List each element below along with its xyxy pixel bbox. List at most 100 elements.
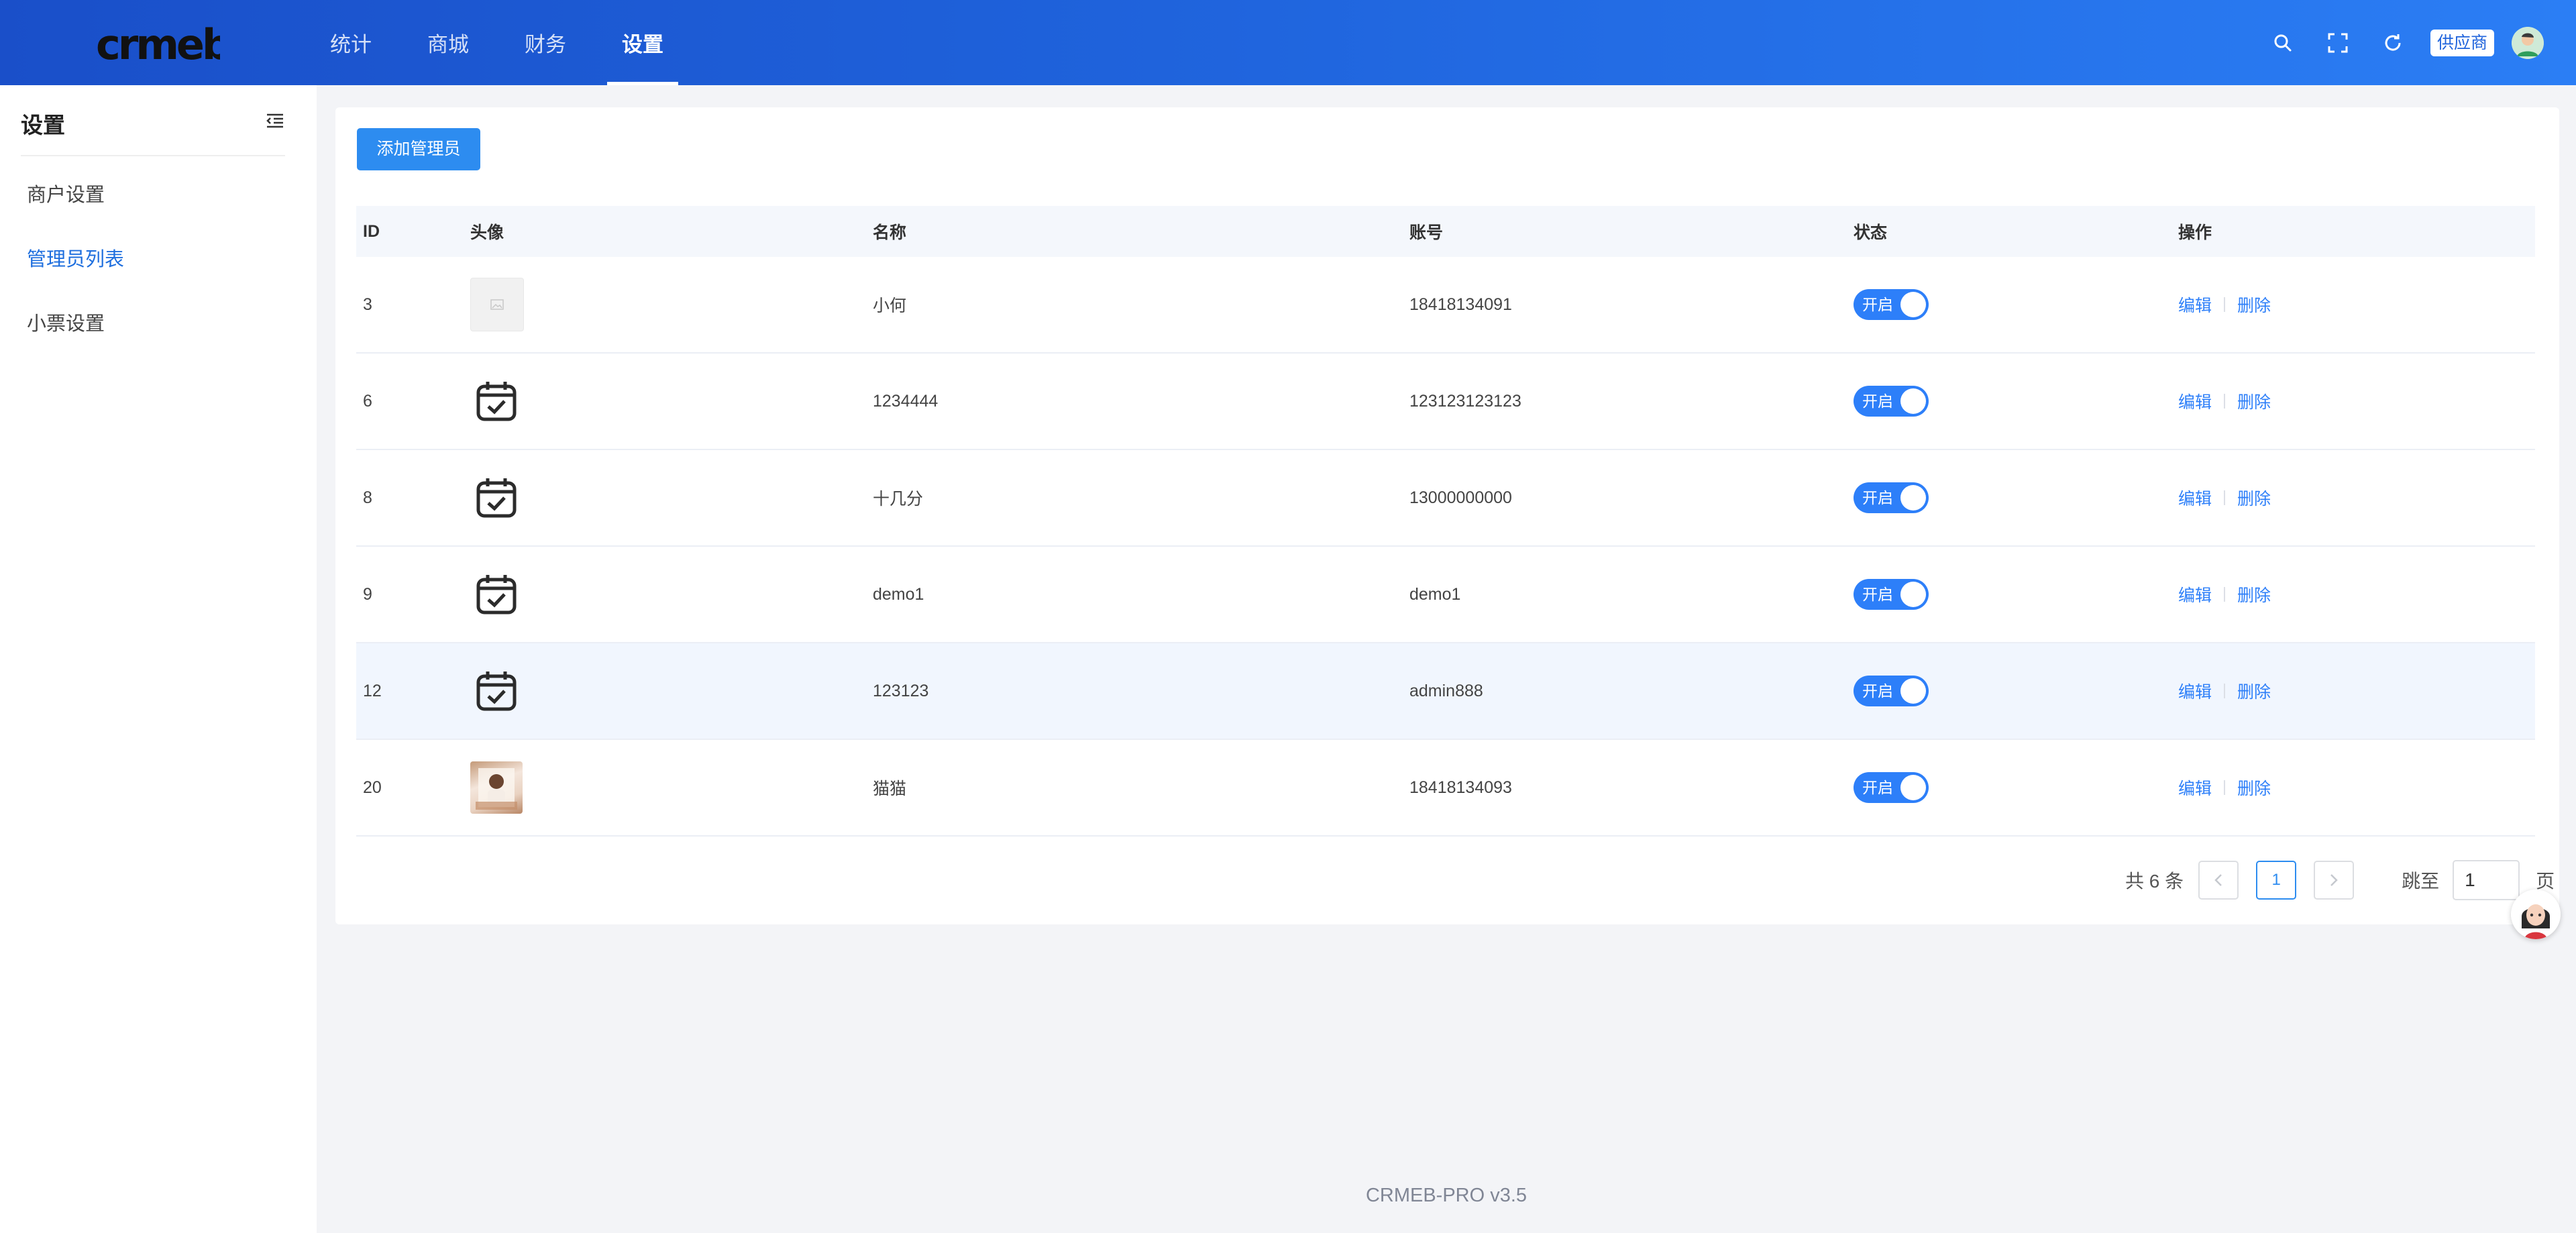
sidebar-title: 设置	[21, 113, 65, 138]
nav-item-statistics[interactable]: 统计	[315, 0, 386, 85]
row-status: 开启	[1854, 547, 1929, 642]
column-header-avatar: 头像	[470, 223, 504, 242]
search-icon[interactable]	[2269, 30, 2296, 56]
fullscreen-icon[interactable]	[2324, 30, 2351, 56]
row-account: admin888	[1409, 681, 1483, 700]
pagination-total: 共 6 条	[2125, 871, 2184, 892]
row-avatar	[470, 450, 523, 545]
table-row: 9 demo1 demo1 开启 编辑 删除	[356, 547, 2535, 643]
row-avatar	[470, 643, 523, 739]
edit-link[interactable]: 编辑	[2178, 582, 2212, 606]
row-avatar	[470, 547, 523, 642]
status-switch[interactable]: 开启	[1854, 386, 1929, 417]
status-switch[interactable]: 开启	[1854, 676, 1929, 706]
row-account: 18418134093	[1409, 778, 1512, 797]
delete-link[interactable]: 删除	[2237, 775, 2271, 800]
status-switch[interactable]: 开启	[1854, 289, 1929, 320]
row-actions: 编辑 删除	[2178, 740, 2271, 835]
row-name: demo1	[873, 584, 924, 604]
delete-link[interactable]: 删除	[2237, 679, 2271, 703]
divider	[2224, 684, 2226, 698]
divider	[2224, 297, 2226, 312]
calendar-check-icon	[470, 665, 523, 717]
table-row: 12 123123 admin888 开启 编辑 删除	[356, 643, 2535, 740]
page-1-button[interactable]: 1	[2256, 861, 2297, 900]
row-status: 开启	[1854, 354, 1929, 449]
nav-item-mall[interactable]: 商城	[413, 0, 484, 85]
sidebar-item-admin-list[interactable]: 管理员列表	[27, 244, 124, 272]
edit-link[interactable]: 编辑	[2178, 389, 2212, 413]
table-row: 20 猫猫 18418134093 开启 编辑 删除	[356, 740, 2535, 837]
divider	[2224, 780, 2226, 795]
row-name: 小何	[873, 297, 907, 315]
main-panel: 添加管理员 ID 头像 名称 账号 状态 操作 3 小何 18418134091…	[335, 107, 2559, 924]
divider	[2224, 587, 2226, 602]
row-avatar	[470, 257, 524, 352]
row-account: 13000000000	[1409, 488, 1512, 507]
row-actions: 编辑 删除	[2178, 643, 2271, 739]
edit-link[interactable]: 编辑	[2178, 679, 2212, 703]
table-row: 8 十几分 13000000000 开启 编辑 删除	[356, 450, 2535, 547]
table-row: 6 1234444 123123123123 开启 编辑 删除	[356, 354, 2535, 450]
row-actions: 编辑 删除	[2178, 547, 2271, 642]
edit-link[interactable]: 编辑	[2178, 486, 2212, 510]
calendar-check-icon	[470, 375, 523, 427]
jump-label: 跳至	[2402, 871, 2440, 892]
row-name: 1234444	[873, 391, 938, 411]
supplier-badge[interactable]: 供应商	[2430, 29, 2494, 56]
add-admin-button[interactable]: 添加管理员	[357, 128, 480, 170]
row-id: 6	[363, 391, 372, 411]
row-actions: 编辑 删除	[2178, 257, 2271, 352]
prev-page-button[interactable]	[2198, 861, 2239, 900]
delete-link[interactable]: 删除	[2237, 389, 2271, 413]
table-header: ID 头像 名称 账号 状态 操作	[356, 206, 2535, 257]
pagination: 共 6 条 1 跳至 页	[2125, 860, 2555, 900]
row-account: 18418134091	[1409, 294, 1512, 314]
row-avatar	[470, 354, 523, 449]
sidebar: 设置 商户设置 管理员列表 小票设置	[0, 85, 317, 1233]
row-account: 123123123123	[1409, 391, 1521, 411]
photo-thumbnail	[470, 761, 523, 814]
footer-version: CRMEB-PRO v3.5	[1365, 1185, 1527, 1206]
row-name: 猫猫	[873, 780, 907, 798]
delete-link[interactable]: 删除	[2237, 582, 2271, 606]
divider	[2224, 490, 2226, 505]
column-header-status: 状态	[1854, 223, 1888, 242]
jump-page-input[interactable]	[2453, 860, 2520, 900]
user-avatar[interactable]	[2512, 26, 2544, 59]
nav-item-settings[interactable]: 设置	[607, 0, 678, 85]
status-switch[interactable]: 开启	[1854, 482, 1929, 513]
row-id: 12	[363, 681, 382, 700]
row-status: 开启	[1854, 643, 1929, 739]
calendar-check-icon	[470, 472, 523, 524]
row-actions: 编辑 删除	[2178, 450, 2271, 545]
row-avatar	[470, 740, 523, 835]
row-id: 9	[363, 584, 372, 604]
refresh-icon[interactable]	[2379, 30, 2406, 56]
nav-item-finance[interactable]: 财务	[510, 0, 581, 85]
column-header-name: 名称	[873, 223, 907, 242]
edit-link[interactable]: 编辑	[2178, 292, 2212, 317]
edit-link[interactable]: 编辑	[2178, 775, 2212, 800]
row-id: 3	[363, 294, 372, 314]
admin-table: ID 头像 名称 账号 状态 操作 3 小何 18418134091 开启 编辑…	[356, 206, 2535, 837]
delete-link[interactable]: 删除	[2237, 486, 2271, 510]
status-switch[interactable]: 开启	[1854, 579, 1929, 610]
calendar-check-icon	[470, 568, 523, 621]
next-page-button[interactable]	[2314, 861, 2355, 900]
sidebar-item-merchant-settings[interactable]: 商户设置	[27, 179, 105, 207]
delete-link[interactable]: 删除	[2237, 292, 2271, 317]
customer-service-avatar[interactable]	[2511, 890, 2561, 939]
status-switch[interactable]: 开启	[1854, 772, 1929, 803]
sidebar-header: 设置	[21, 85, 285, 156]
divider	[2224, 394, 2226, 409]
crmeb-logo[interactable]: crmeb	[96, 19, 220, 67]
image-placeholder-icon	[470, 278, 524, 331]
row-account: demo1	[1409, 584, 1461, 604]
column-header-actions: 操作	[2178, 223, 2212, 242]
row-id: 20	[363, 778, 382, 797]
sidebar-item-receipt-settings[interactable]: 小票设置	[27, 308, 105, 336]
menu-collapse-icon[interactable]	[265, 111, 285, 131]
row-status: 开启	[1854, 257, 1929, 352]
table-row: 3 小何 18418134091 开启 编辑 删除	[356, 257, 2535, 354]
